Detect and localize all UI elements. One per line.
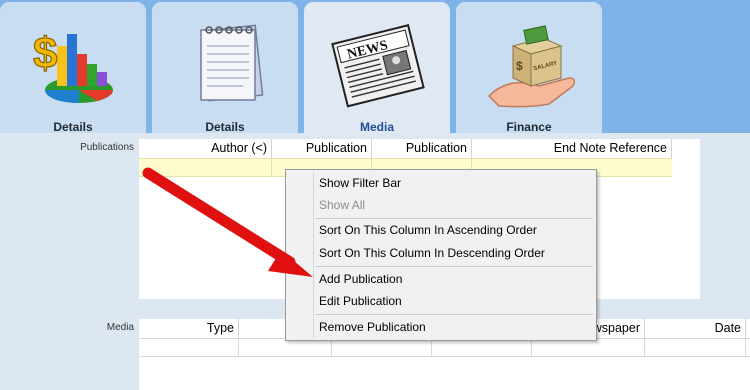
menu-item-show-all[interactable]: Show All [319,194,365,216]
tab-label: Media [359,120,394,134]
menu-item-add-publication[interactable]: Add Publication [319,268,402,290]
column-header-type[interactable]: Type [139,319,239,338]
menu-item-edit-publication[interactable]: Edit Publication [319,290,402,312]
column-header-end-note-reference[interactable]: End Note Reference [472,139,672,158]
hand-money-box-icon: SALARY $ [487,25,576,108]
menu-item-sort-ascending[interactable]: Sort On This Column In Ascending Order [319,219,537,241]
column-header-publication-2[interactable]: Publication [372,139,472,158]
tab-media[interactable]: NEWS Media [304,2,450,134]
tab-label: Details [205,120,245,134]
menu-separator [315,266,593,267]
media-label: Media [106,322,134,333]
newspaper-icon: NEWS [331,24,425,108]
publications-label: Publications [80,142,134,153]
tab-finance[interactable]: SALARY $ Finance [456,2,602,134]
tab-details-2[interactable]: Details [152,2,298,134]
tab-label: Details [53,120,93,134]
menu-item-sort-descending[interactable]: Sort On This Column In Descending Order [319,242,545,264]
publications-header: Author (<) Publication Publication End N… [139,139,672,158]
tab-label: Finance [506,120,552,134]
context-menu: Show Filter Bar Show All Sort On This Co… [285,169,597,341]
column-header-date[interactable]: Date [645,319,746,338]
notepad-icon [200,24,264,102]
svg-text:$: $ [516,59,523,73]
column-header-author[interactable]: Author (<) [139,139,272,158]
svg-text:$: $ [33,29,57,78]
menu-item-show-filter-bar[interactable]: Show Filter Bar [319,172,401,194]
chart-money-icon: $ [32,28,113,103]
menu-item-remove-publication[interactable]: Remove Publication [319,316,426,338]
tab-details-1[interactable]: $ Details [0,2,146,134]
menu-separator [315,314,593,315]
column-header-publication[interactable]: Publication [272,139,372,158]
tab-bar: $ Details Details NEWS Media SALARY $ Fi… [0,0,750,134]
